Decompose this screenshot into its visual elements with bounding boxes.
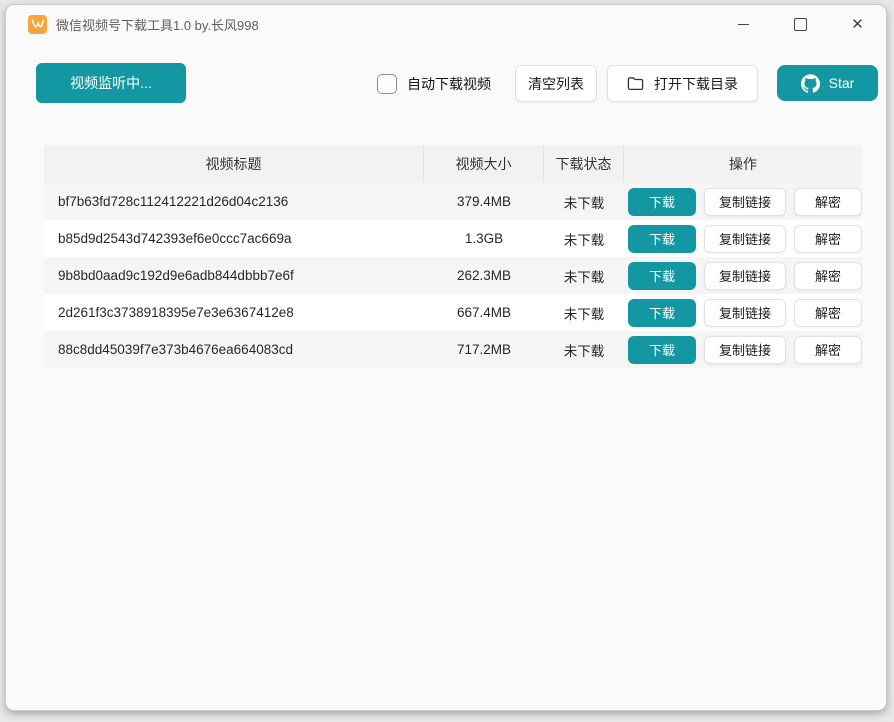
cell-download-status: 未下载 (544, 229, 624, 249)
table-row: 88c8dd45039f7e373b4676ea664083cd 717.2MB… (44, 331, 862, 368)
auto-download-group: 自动下载视频 (377, 72, 491, 96)
cell-video-title: 88c8dd45039f7e373b4676ea664083cd (44, 342, 424, 357)
minimize-icon (738, 24, 749, 25)
header-actions: 操作 (624, 145, 862, 183)
app-window: 微信视频号下载工具1.0 by.长风998 ✕ 视频监听中... 自动下载视频 … (5, 4, 887, 711)
cell-actions: 下载 复制链接 解密 (624, 262, 862, 290)
cell-download-status: 未下载 (544, 303, 624, 323)
github-icon (801, 74, 820, 93)
video-table: 视频标题 视频大小 下载状态 操作 bf7b63fd728c112412221d… (44, 145, 862, 368)
cell-video-size: 1.3GB (424, 231, 544, 246)
video-listen-button[interactable]: 视频监听中... (36, 63, 186, 103)
cell-actions: 下载 复制链接 解密 (624, 225, 862, 253)
cell-download-status: 未下载 (544, 266, 624, 286)
copy-link-button[interactable]: 复制链接 (704, 262, 786, 290)
decrypt-button[interactable]: 解密 (794, 336, 862, 364)
download-button[interactable]: 下载 (628, 188, 696, 216)
cell-video-size: 717.2MB (424, 342, 544, 357)
header-video-title: 视频标题 (44, 145, 424, 183)
cell-actions: 下载 复制链接 解密 (624, 336, 862, 364)
cell-download-status: 未下载 (544, 192, 624, 212)
cell-video-title: bf7b63fd728c112412221d26d04c2136 (44, 194, 424, 209)
copy-link-button[interactable]: 复制链接 (704, 299, 786, 327)
cell-video-size: 262.3MB (424, 268, 544, 283)
table-header-row: 视频标题 视频大小 下载状态 操作 (44, 145, 862, 183)
download-button[interactable]: 下载 (628, 225, 696, 253)
window-title: 微信视频号下载工具1.0 by.长风998 (56, 15, 259, 34)
download-button[interactable]: 下载 (628, 262, 696, 290)
app-logo-icon (28, 15, 47, 34)
wechat-channels-glyph (31, 18, 45, 30)
cell-video-title: 9b8bd0aad9c192d9e6adb844dbbb7e6f (44, 268, 424, 283)
decrypt-button[interactable]: 解密 (794, 299, 862, 327)
minimize-button[interactable] (715, 5, 772, 43)
table-row: 9b8bd0aad9c192d9e6adb844dbbb7e6f 262.3MB… (44, 257, 862, 294)
clear-list-button[interactable]: 清空列表 (515, 65, 597, 102)
copy-link-button[interactable]: 复制链接 (704, 336, 786, 364)
open-download-dir-label: 打开下载目录 (654, 74, 738, 94)
decrypt-button[interactable]: 解密 (794, 262, 862, 290)
header-video-size: 视频大小 (424, 145, 544, 183)
table-body: bf7b63fd728c112412221d26d04c2136 379.4MB… (44, 183, 862, 368)
copy-link-button[interactable]: 复制链接 (704, 188, 786, 216)
table-row: b85d9d2543d742393ef6e0ccc7ac669a 1.3GB 未… (44, 220, 862, 257)
auto-download-label: 自动下载视频 (407, 74, 491, 94)
copy-link-button[interactable]: 复制链接 (704, 225, 786, 253)
cell-actions: 下载 复制链接 解密 (624, 188, 862, 216)
maximize-button[interactable] (772, 5, 829, 43)
maximize-icon (794, 18, 807, 31)
header-download-status: 下载状态 (544, 145, 624, 183)
window-controls: ✕ (715, 5, 886, 43)
close-button[interactable]: ✕ (829, 5, 886, 43)
cell-download-status: 未下载 (544, 340, 624, 360)
folder-icon (627, 76, 644, 91)
table-row: 2d261f3c3738918395e7e3e6367412e8 667.4MB… (44, 294, 862, 331)
github-star-label: Star (829, 75, 855, 91)
table-row: bf7b63fd728c112412221d26d04c2136 379.4MB… (44, 183, 862, 220)
github-star-button[interactable]: Star (777, 65, 878, 101)
decrypt-button[interactable]: 解密 (794, 225, 862, 253)
download-button[interactable]: 下载 (628, 336, 696, 364)
cell-video-size: 667.4MB (424, 305, 544, 320)
cell-video-title: b85d9d2543d742393ef6e0ccc7ac669a (44, 231, 424, 246)
cell-video-title: 2d261f3c3738918395e7e3e6367412e8 (44, 305, 424, 320)
auto-download-checkbox[interactable] (377, 74, 397, 94)
cell-video-size: 379.4MB (424, 194, 544, 209)
cell-actions: 下载 复制链接 解密 (624, 299, 862, 327)
title-bar: 微信视频号下载工具1.0 by.长风998 ✕ (6, 5, 886, 43)
close-icon: ✕ (851, 17, 864, 32)
decrypt-button[interactable]: 解密 (794, 188, 862, 216)
download-button[interactable]: 下载 (628, 299, 696, 327)
open-download-dir-button[interactable]: 打开下载目录 (607, 65, 758, 102)
